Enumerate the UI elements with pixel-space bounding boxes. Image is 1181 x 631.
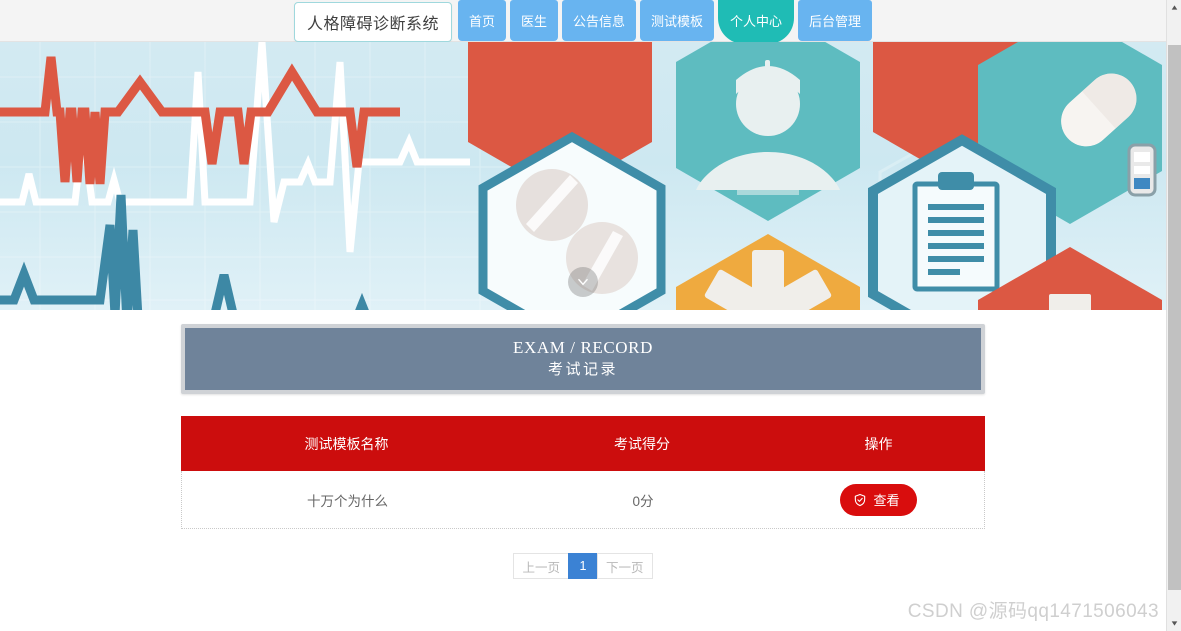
nav-item-doctor[interactable]: 医生 bbox=[509, 0, 558, 41]
page-viewport: 人格障碍诊断系统 首页 医生 公告信息 测试模板 个人中心 后台管理 EXAM … bbox=[0, 0, 1166, 631]
nav-item-announcements[interactable]: 公告信息 bbox=[561, 0, 636, 41]
main-navbar: 人格障碍诊断系统 首页 医生 公告信息 测试模板 个人中心 后台管理 bbox=[0, 0, 1166, 44]
cell-actions: 查看 bbox=[773, 483, 984, 516]
hero-banner bbox=[0, 42, 1166, 310]
cell-exam-score: 0分 bbox=[632, 493, 654, 509]
chevron-down-icon bbox=[578, 278, 588, 286]
navbar-links: 首页 医生 公告信息 测试模板 个人中心 后台管理 bbox=[457, 0, 873, 44]
pagination-page-1[interactable]: 1 bbox=[568, 553, 598, 579]
main-content: EXAM / RECORD 考试记录 测试模板名称 考试得分 操作 十万个为什么… bbox=[0, 310, 1166, 579]
column-header-exam-score: 考试得分 bbox=[614, 435, 670, 452]
caret-down-icon bbox=[1171, 621, 1178, 626]
caret-up-icon bbox=[1171, 5, 1178, 10]
pagination-next[interactable]: 下一页 bbox=[597, 553, 653, 579]
scrollbar-up-button[interactable] bbox=[1167, 0, 1181, 15]
page-scrollbar[interactable] bbox=[1166, 0, 1181, 631]
view-button-label: 查看 bbox=[873, 493, 900, 508]
shield-check-icon bbox=[855, 493, 866, 506]
scrollbar-thumb[interactable] bbox=[1168, 45, 1181, 590]
pagination-prev[interactable]: 上一页 bbox=[513, 553, 569, 579]
page-title-en: EXAM / RECORD bbox=[512, 338, 654, 357]
nav-item-home[interactable]: 首页 bbox=[457, 0, 506, 41]
page-root: 人格障碍诊断系统 首页 医生 公告信息 测试模板 个人中心 后台管理 EXAM … bbox=[0, 0, 1181, 631]
site-logo[interactable]: 人格障碍诊断系统 bbox=[293, 2, 452, 42]
navbar-inner: 人格障碍诊断系统 首页 医生 公告信息 测试模板 个人中心 后台管理 bbox=[293, 0, 873, 44]
table-row: 十万个为什么 0分 查看 bbox=[181, 471, 985, 529]
column-header-template-name: 测试模板名称 bbox=[304, 435, 389, 452]
pagination-inner: 上一页 1 下一页 bbox=[513, 553, 653, 579]
pagination: 上一页 1 下一页 bbox=[0, 553, 1166, 579]
page-title-cn: 考试记录 bbox=[547, 361, 618, 378]
page-title: EXAM / RECORD 考试记录 bbox=[181, 324, 985, 394]
table-header-row: 测试模板名称 考试得分 操作 bbox=[181, 416, 985, 471]
column-header-actions: 操作 bbox=[864, 435, 893, 452]
nav-item-admin[interactable]: 后台管理 bbox=[798, 0, 873, 41]
exam-record-table: 测试模板名称 考试得分 操作 十万个为什么 0分 查看 bbox=[181, 416, 985, 529]
section-title-wrap: EXAM / RECORD 考试记录 bbox=[181, 324, 985, 394]
scrollbar-down-button[interactable] bbox=[1167, 616, 1181, 631]
scroll-down-button[interactable] bbox=[568, 267, 598, 297]
site-logo-label: 人格障碍诊断系统 bbox=[306, 16, 439, 33]
nav-item-test-templates[interactable]: 测试模板 bbox=[640, 0, 715, 41]
watermark-text: CSDN @源码qq1471506043 bbox=[907, 601, 1159, 622]
view-button[interactable]: 查看 bbox=[840, 483, 917, 516]
cell-template-name: 十万个为什么 bbox=[307, 493, 388, 509]
nav-item-personal-center[interactable]: 个人中心 bbox=[718, 0, 795, 44]
